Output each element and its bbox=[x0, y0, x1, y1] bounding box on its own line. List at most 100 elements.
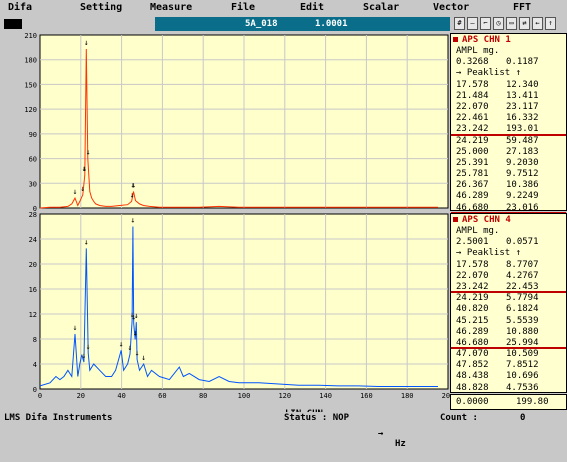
menu-measure[interactable]: Measure bbox=[150, 2, 192, 13]
peak-frequency: 22.070 bbox=[456, 270, 489, 281]
peak-row[interactable]: 46.680 25.994 bbox=[451, 337, 566, 350]
peak-frequency: 48.828 bbox=[456, 382, 489, 393]
peak-amplitude: 23.016 bbox=[506, 202, 539, 213]
peak-row[interactable]: 25.391 9.2030 bbox=[451, 158, 566, 169]
peak-row[interactable]: 21.484 13.411 bbox=[451, 91, 566, 102]
peak-row[interactable]: 26.367 10.386 bbox=[451, 180, 566, 191]
peak-amplitude: 5.5539 bbox=[506, 315, 539, 326]
peak-row[interactable]: 46.289 10.880 bbox=[451, 327, 566, 338]
peak-marker: ↓ bbox=[135, 349, 140, 358]
peak-frequency: 24.219 bbox=[456, 135, 489, 146]
peaklist-label[interactable]: → Peaklist ↑ bbox=[456, 68, 521, 78]
peak-row[interactable]: 48.828 4.7536 bbox=[451, 383, 566, 394]
peak-marker: ↓ bbox=[73, 187, 78, 196]
peak-marker: ↓ bbox=[84, 237, 89, 246]
peak-marker: ↓ bbox=[119, 339, 124, 348]
peak-row[interactable]: 48.438 10.696 bbox=[451, 371, 566, 382]
peak-marker: ↓ bbox=[82, 164, 87, 173]
document-title: 5A_018 1.0001 bbox=[155, 17, 450, 31]
menu-scalar[interactable]: Scalar bbox=[363, 2, 399, 13]
menu-vector[interactable]: Vector bbox=[433, 2, 469, 13]
peak-row[interactable]: 40.820 6.1824 bbox=[451, 304, 566, 315]
minus-icon[interactable]: – bbox=[467, 17, 478, 30]
peak-row[interactable]: 46.289 9.2249 bbox=[451, 191, 566, 202]
y-tick-label: 90 bbox=[29, 131, 37, 139]
peak-row[interactable]: 17.578 12.340 bbox=[451, 80, 566, 91]
peak-row[interactable]: 47.070 10.509 bbox=[451, 349, 566, 360]
peak-marker: ↓ bbox=[133, 329, 138, 338]
peak-frequency: 17.578 bbox=[456, 79, 489, 90]
grid-icon[interactable]: # bbox=[454, 17, 465, 30]
peak-amplitude: 4.7536 bbox=[506, 382, 539, 393]
menu-file[interactable]: File bbox=[231, 2, 255, 13]
status-bar: LMS Difa Instruments Status : NOP Count … bbox=[0, 412, 567, 425]
peak-amplitude: 7.8512 bbox=[506, 360, 539, 371]
peak-frequency: 17.578 bbox=[456, 259, 489, 270]
panel-marker-icon bbox=[453, 217, 458, 222]
peaklist-label[interactable]: → Peaklist ↑ bbox=[456, 248, 521, 258]
menu-difa[interactable]: Difa bbox=[8, 2, 32, 13]
window-control-icon[interactable] bbox=[4, 19, 22, 29]
peak-row[interactable]: 23.242 22.453 bbox=[451, 281, 566, 294]
peak-amplitude: 27.183 bbox=[506, 146, 539, 157]
peak-marker: ↓ bbox=[134, 311, 139, 320]
peak-row[interactable]: 22.461 16.332 bbox=[451, 113, 566, 124]
peak-amplitude: 8.7707 bbox=[506, 259, 539, 270]
back-icon[interactable]: ← bbox=[532, 17, 543, 30]
peak-row[interactable]: 22.070 23.117 bbox=[451, 102, 566, 113]
peak-frequency: 25.391 bbox=[456, 157, 489, 168]
menu-bar: Difa Setting Measure File Edit Scalar Ve… bbox=[0, 0, 567, 15]
peak-marker: ↓ bbox=[141, 353, 146, 362]
panel-title: APS CHN 4 bbox=[462, 215, 511, 225]
peak-row[interactable]: 23.242 193.01 bbox=[451, 124, 566, 136]
panel-unit: AMPL mg. bbox=[456, 46, 500, 56]
corner-icon[interactable]: ⌐ bbox=[480, 17, 491, 30]
peak-row[interactable]: 47.852 7.8512 bbox=[451, 360, 566, 371]
menu-setting[interactable]: Setting bbox=[80, 2, 122, 13]
peak-row[interactable]: 25.781 9.7512 bbox=[451, 169, 566, 180]
peak-frequency: 45.215 bbox=[456, 315, 489, 326]
peak-amplitude: 59.487 bbox=[506, 135, 539, 146]
y-tick-label: 120 bbox=[24, 106, 37, 114]
peak-marker: ↓ bbox=[84, 38, 89, 47]
peak-frequency: 25.000 bbox=[456, 146, 489, 157]
peak-row[interactable]: 17.578 8.7707 bbox=[451, 260, 566, 271]
panel-value-a: 0.3268 bbox=[456, 57, 489, 68]
menu-edit[interactable]: Edit bbox=[300, 2, 324, 13]
peak-row[interactable]: 45.215 5.5539 bbox=[451, 316, 566, 327]
x-arrow: → bbox=[378, 429, 384, 439]
x-unit: Hz bbox=[395, 439, 406, 449]
peak-frequency: 21.484 bbox=[456, 90, 489, 101]
peak-row[interactable]: 24.219 5.7794 bbox=[451, 293, 566, 304]
peak-marker: ↓ bbox=[128, 343, 133, 352]
peaklist-panel-chn1: APS CHN 1 AMPL mg. 0.3268 0.1187 → Peakli… bbox=[450, 33, 567, 224]
peak-amplitude: 4.2767 bbox=[506, 270, 539, 281]
peak-row[interactable]: 25.000 27.183 bbox=[451, 147, 566, 158]
peak-frequency: 22.070 bbox=[456, 101, 489, 112]
swap-icon[interactable]: ⇄ bbox=[519, 17, 530, 30]
clock-icon[interactable]: ◷ bbox=[493, 17, 504, 30]
y-tick-label: 20 bbox=[29, 261, 37, 269]
peak-amplitude: 25.994 bbox=[506, 337, 539, 348]
spectrum-chart[interactable]: 0306090120150180210↓ ↓↓↓↓↓↓↓↓048121620242… bbox=[0, 33, 450, 411]
peak-frequency: 46.289 bbox=[456, 191, 489, 202]
up-icon[interactable]: ↑ bbox=[545, 17, 556, 30]
panel-value-b: 0.0571 bbox=[506, 237, 539, 248]
peak-frequency: 47.852 bbox=[456, 360, 489, 371]
y-tick-label: 28 bbox=[29, 211, 37, 219]
peak-row[interactable]: 24.219 59.487 bbox=[451, 136, 566, 147]
panel-unit: AMPL mg. bbox=[456, 226, 500, 236]
peak-frequency: 25.781 bbox=[456, 169, 489, 180]
peak-amplitude: 12.340 bbox=[506, 79, 539, 90]
peak-amplitude: 13.411 bbox=[506, 90, 539, 101]
peak-frequency: 23.242 bbox=[456, 124, 489, 135]
peak-frequency: 23.242 bbox=[456, 281, 489, 292]
y-tick-label: 12 bbox=[29, 311, 37, 319]
peak-row[interactable]: 22.070 4.2767 bbox=[451, 271, 566, 282]
peak-marker: ↓ bbox=[82, 351, 87, 360]
y-tick-label: 24 bbox=[29, 236, 37, 244]
peak-amplitude: 10.880 bbox=[506, 326, 539, 337]
window-icon[interactable]: ▭ bbox=[506, 17, 517, 30]
menu-fft[interactable]: FFT bbox=[513, 2, 531, 13]
peak-amplitude: 9.2030 bbox=[506, 157, 539, 168]
